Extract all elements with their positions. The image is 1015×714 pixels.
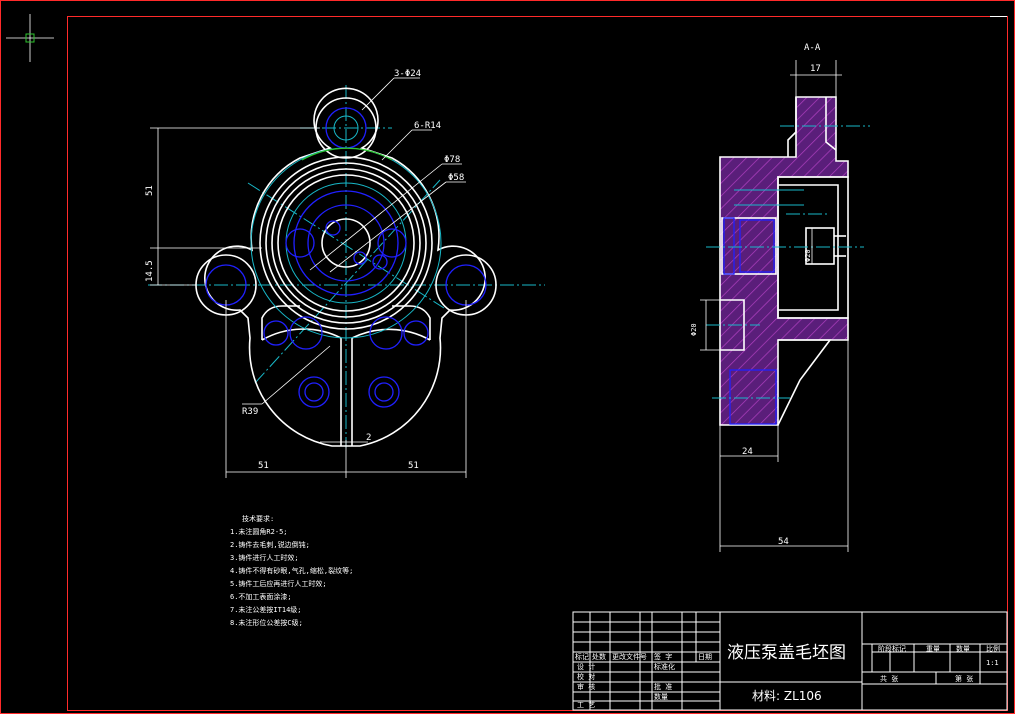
tb-ratio: 比例 [986, 644, 1000, 653]
tb-ratio-value: 1:1 [986, 659, 999, 667]
tb-approve: 批 准 [654, 682, 672, 691]
tb-drafting: 校 对 [577, 672, 595, 681]
tb-stage: 阶段标记 [878, 644, 906, 653]
tb-sheets-total: 共 张 [880, 674, 898, 683]
tb-review: 审 核 [577, 682, 595, 691]
dim-24: 24 [742, 447, 753, 457]
dim-3phi24: 3-Φ24 [394, 69, 421, 79]
tb-sign: 签 字 [654, 652, 672, 661]
text-layer: 3-Φ24 6-R14 Φ78 Φ58 51 14.5 R39 2 51 51 … [145, 43, 1000, 709]
tech-note: 7.未注公差按IT14级; [230, 605, 302, 614]
tech-note: 4.铸件不得有砂眼,气孔,缩松,裂纹等; [230, 566, 353, 575]
dim-phi78: Φ78 [444, 155, 460, 165]
dim-phi58: Φ58 [448, 173, 464, 183]
dim-phi20-inner: Φ20 [804, 249, 812, 262]
tb-date: 日期 [698, 653, 712, 661]
drawing-canvas: 3-Φ24 6-R14 Φ78 Φ58 51 14.5 R39 2 51 51 … [0, 0, 1015, 714]
dim-51-right: 51 [408, 461, 419, 471]
dim-6r14: 6-R14 [414, 121, 441, 131]
drawing-title: 液压泵盖毛坯图 [727, 643, 846, 663]
dim-51-left: 51 [258, 461, 269, 471]
dim-54: 54 [778, 537, 789, 547]
dim-51-vertical: 51 [145, 185, 155, 196]
tech-note: 2.铸件去毛刺,锐边倒钝; [230, 540, 310, 549]
tb-marks: 标记 [575, 652, 589, 661]
tech-notes-heading: 技术要求: [242, 514, 274, 523]
tb-qty: 数量 [956, 644, 970, 653]
tb-weight: 重量 [926, 645, 940, 653]
tech-note: 8.未注形位公差按C级; [230, 618, 303, 627]
dim-phi20-side: Φ20 [690, 323, 698, 336]
tb-standard: 标准化 [654, 662, 675, 671]
tb-docno: 更改文件号 [612, 652, 647, 661]
tech-note: 6.不加工表面涂漆; [230, 592, 292, 601]
tb-sheet-no: 第 张 [955, 674, 973, 683]
tb-craft: 工 艺 [577, 701, 595, 709]
tech-note: 1.未注圆角R2-5; [230, 527, 288, 536]
tb-approve-2: 数量 [654, 692, 668, 701]
dim-2: 2 [366, 433, 371, 443]
tech-note: 5.铸件工后应再进行人工时效; [230, 579, 327, 588]
tb-design: 设 计 [577, 662, 595, 671]
tb-count: 处数 [592, 652, 606, 661]
dim-14-5: 14.5 [145, 260, 155, 282]
dim-r39: R39 [242, 407, 258, 417]
section-label: A-A [804, 43, 821, 53]
tech-note: 3.铸件进行人工时效; [230, 553, 299, 562]
dim-17: 17 [810, 64, 821, 74]
material-label: 材料: ZL106 [752, 689, 822, 703]
